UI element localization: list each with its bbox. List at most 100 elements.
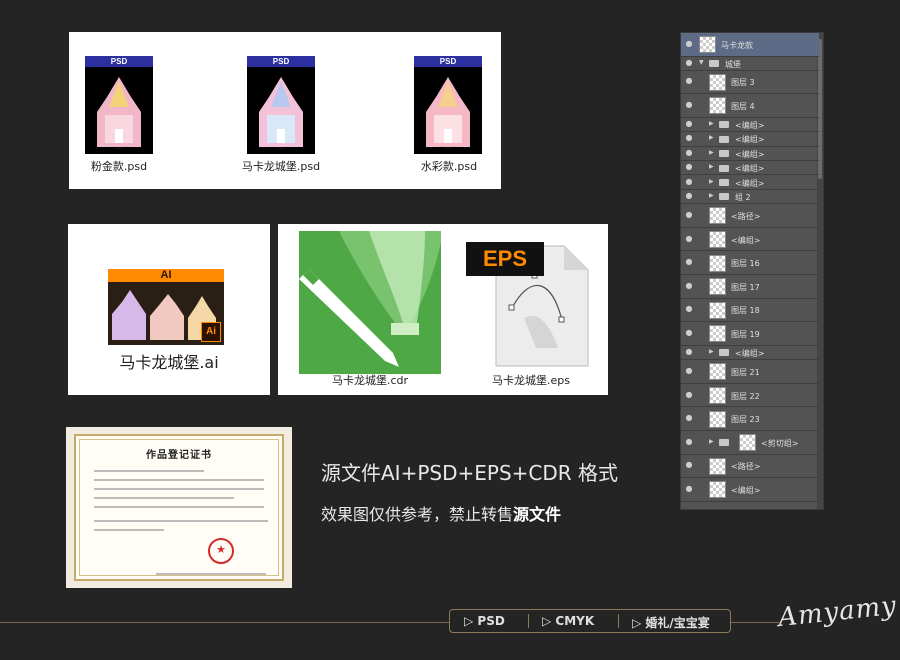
visibility-eye-icon[interactable]: ●	[684, 177, 694, 186]
layer-thumbnail	[709, 387, 726, 405]
layer-row[interactable]: ● 图层 18	[681, 299, 819, 323]
visibility-eye-icon[interactable]: ●	[684, 347, 694, 356]
coreldraw-icon[interactable]	[299, 231, 441, 374]
layer-row[interactable]: ● <路径>	[681, 455, 819, 479]
folder-icon	[719, 121, 729, 129]
illustrator-icon: Ai	[201, 322, 221, 342]
layers-panel[interactable]: ● 马卡龙款 ● ▼ 城堡 ● 图层 3 ● 图层 4 ● ▶ <编组> ● ▶ <编组> ● ▶ <编组> ● ▶ <…	[680, 32, 824, 510]
layer-name: 图层 23	[731, 415, 760, 425]
visibility-eye-icon[interactable]: ●	[684, 39, 694, 48]
visibility-eye-icon[interactable]: ●	[684, 234, 694, 243]
layer-thumbnail	[709, 231, 726, 249]
psd-file-name: 水彩款.psd	[420, 160, 478, 173]
folder-icon	[719, 179, 729, 187]
visibility-eye-icon[interactable]: ●	[684, 119, 694, 128]
visibility-eye-icon[interactable]: ●	[684, 484, 694, 493]
folder-icon	[719, 135, 729, 143]
expand-arrow-icon[interactable]: ▶	[709, 120, 714, 127]
layer-thumbnail	[709, 363, 726, 381]
layer-row[interactable]: ● ▶ <编组>	[681, 118, 819, 133]
visibility-eye-icon[interactable]: ●	[684, 304, 694, 313]
layer-name: <编组>	[735, 135, 765, 145]
layer-row[interactable]: ● 图层 21	[681, 360, 819, 384]
layer-row[interactable]: ● ▶ <编组>	[681, 147, 819, 161]
signature-logo: Amyamy	[776, 590, 899, 634]
castle-image	[426, 77, 470, 147]
expand-arrow-icon[interactable]: ▼	[699, 59, 704, 66]
expand-arrow-icon[interactable]: ▶	[709, 163, 714, 170]
visibility-eye-icon[interactable]: ●	[684, 133, 694, 142]
expand-arrow-icon[interactable]: ▶	[709, 192, 714, 199]
layer-thumbnail	[709, 481, 726, 499]
layer-thumbnail	[739, 434, 756, 452]
visibility-eye-icon[interactable]: ●	[684, 281, 694, 290]
layer-thumbnail	[709, 325, 726, 343]
visibility-eye-icon[interactable]: ●	[684, 437, 694, 446]
visibility-eye-icon[interactable]: ●	[684, 162, 694, 171]
layer-thumbnail	[709, 457, 726, 475]
cdr-file-name: 马卡龙城堡.cdr	[331, 374, 409, 387]
visibility-eye-icon[interactable]: ●	[684, 366, 694, 375]
copyright-certificate: 作品登记证书	[66, 427, 292, 588]
layer-row[interactable]: ● ▶ <剪切组>	[681, 431, 819, 455]
layer-name: <剪切组>	[761, 438, 799, 448]
visibility-eye-icon[interactable]: ●	[684, 413, 694, 422]
visibility-eye-icon[interactable]: ●	[684, 460, 694, 469]
visibility-eye-icon[interactable]: ●	[684, 58, 694, 67]
tag-occasion: ▷ 婚礼/宝宝宴	[632, 616, 710, 630]
eps-file-icon[interactable]: EPS	[466, 238, 596, 374]
tag-bar: ▷ PSD ▷ CMYK ▷ 婚礼/宝宝宴	[449, 609, 731, 633]
layer-row[interactable]: ● ▶ <编组>	[681, 346, 819, 361]
expand-arrow-icon[interactable]: ▶	[709, 149, 714, 156]
layer-name: 图层 3	[731, 78, 755, 88]
layer-thumbnail	[709, 278, 726, 296]
visibility-eye-icon[interactable]: ●	[684, 328, 694, 337]
layer-row[interactable]: ● ▼ 城堡	[681, 57, 819, 71]
layer-row[interactable]: ● <编组>	[681, 478, 819, 502]
castle-image	[97, 77, 141, 147]
layer-row[interactable]: ● 图层 4	[681, 94, 819, 118]
expand-arrow-icon[interactable]: ▶	[709, 348, 714, 355]
layer-name: <编组>	[731, 485, 761, 495]
certificate-title: 作品登记证书	[146, 450, 212, 461]
layer-row[interactable]: ● ▶ <编组>	[681, 132, 819, 147]
layer-thumbnail	[699, 36, 716, 54]
tag-cmyk: ▷ CMYK	[542, 614, 595, 628]
layer-row[interactable]: ● <路径>	[681, 204, 819, 228]
layer-row[interactable]: ● ▶ <编组>	[681, 161, 819, 176]
visibility-eye-icon[interactable]: ●	[684, 76, 694, 85]
psd-file-thumbnail[interactable]: PSD · · ·	[414, 56, 482, 154]
ai-file-thumbnail[interactable]: AI Ai	[108, 269, 224, 345]
expand-arrow-icon[interactable]: ▶	[709, 438, 714, 445]
visibility-eye-icon[interactable]: ●	[684, 100, 694, 109]
layer-row[interactable]: ● 图层 17	[681, 275, 819, 299]
layer-name: 图层 22	[731, 391, 760, 401]
layer-thumbnail	[709, 207, 726, 225]
layer-row[interactable]: ● 图层 22	[681, 384, 819, 408]
layer-row[interactable]: ● 图层 23	[681, 407, 819, 431]
layer-name: 图层 16	[731, 259, 760, 269]
psd-file-thumbnail[interactable]: PSD · · ·	[85, 56, 153, 154]
cdr-eps-files-card: 马卡龙城堡.cdr EPS 马卡龙城堡.eps	[278, 224, 608, 395]
folder-icon	[709, 60, 719, 68]
visibility-eye-icon[interactable]: ●	[684, 390, 694, 399]
layer-name: <编组>	[735, 178, 765, 188]
layer-row[interactable]: ● 马卡龙款	[681, 33, 819, 57]
format-headline: 源文件AI+PSD+EPS+CDR 格式	[321, 461, 619, 485]
layer-row[interactable]: ● ▶ 组 2	[681, 190, 819, 205]
layer-name: <编组>	[735, 348, 765, 358]
layer-row[interactable]: ● ▶ <编组>	[681, 175, 819, 190]
expand-arrow-icon[interactable]: ▶	[709, 178, 714, 185]
visibility-eye-icon[interactable]: ●	[684, 148, 694, 157]
visibility-eye-icon[interactable]: ●	[684, 210, 694, 219]
layer-row[interactable]: ● 图层 19	[681, 322, 819, 346]
visibility-eye-icon[interactable]: ●	[684, 191, 694, 200]
layer-row[interactable]: ● <编组>	[681, 228, 819, 252]
psd-tag: PSD	[85, 56, 153, 67]
layer-row[interactable]: ● 图层 3	[681, 71, 819, 95]
disclaimer-bold: 源文件	[513, 505, 562, 524]
psd-file-thumbnail[interactable]: PSD · · ·	[247, 56, 315, 154]
visibility-eye-icon[interactable]: ●	[684, 257, 694, 266]
expand-arrow-icon[interactable]: ▶	[709, 134, 714, 141]
layer-row[interactable]: ● 图层 16	[681, 251, 819, 275]
